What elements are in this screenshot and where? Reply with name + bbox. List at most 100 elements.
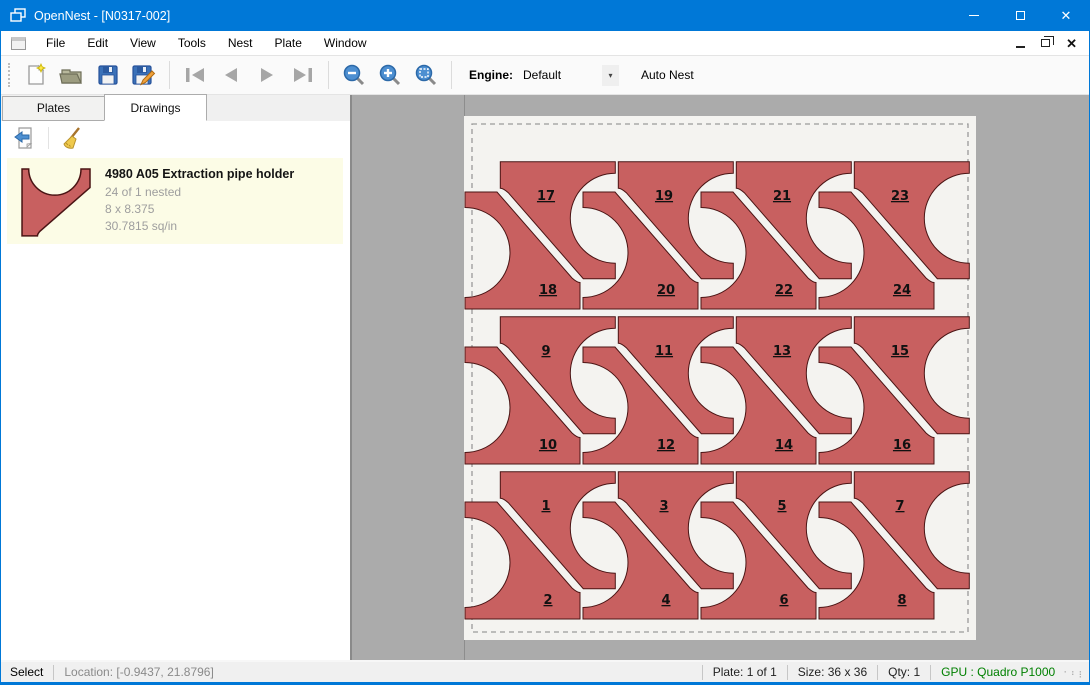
close-icon: ✕ xyxy=(1061,9,1072,22)
zoom-extents-button[interactable] xyxy=(410,59,442,91)
auto-nest-button[interactable]: Auto Nest xyxy=(633,63,702,87)
part-number: 8 xyxy=(897,593,906,608)
title-bar: OpenNest - [N0317-002] ✕ xyxy=(1,0,1089,31)
sidebar: Plates Drawings xyxy=(1,95,352,660)
menu-window[interactable]: Window xyxy=(313,32,378,54)
open-button[interactable] xyxy=(56,59,88,91)
page-back-arrow-icon xyxy=(13,126,37,150)
part-thumbnail xyxy=(19,167,95,239)
drawings-toolbar xyxy=(1,121,350,155)
part-number: 24 xyxy=(893,283,911,298)
zoom-extents-icon xyxy=(414,63,438,87)
close-button[interactable]: ✕ xyxy=(1043,0,1089,31)
status-bar: Select Location: [-0.9437, 21.8796] Plat… xyxy=(1,660,1089,682)
app-icon xyxy=(10,7,27,24)
part-number: 20 xyxy=(657,283,675,298)
app-window: OpenNest - [N0317-002] ✕ File Edit View … xyxy=(0,0,1090,685)
part-number: 18 xyxy=(539,283,557,298)
nav-prev-button[interactable] xyxy=(215,59,247,91)
menu-file[interactable]: File xyxy=(35,32,76,54)
save-as-button[interactable] xyxy=(128,59,160,91)
nav-last-icon xyxy=(290,64,316,86)
import-drawing-button[interactable] xyxy=(11,124,39,152)
part-number: 7 xyxy=(895,499,904,514)
save-as-icon xyxy=(131,63,157,87)
part-number: 22 xyxy=(775,283,793,298)
part-number: 13 xyxy=(773,344,791,359)
part-number: 6 xyxy=(779,593,788,608)
status-location: Location: [-0.9437, 21.8796] xyxy=(64,665,213,679)
menu-nest[interactable]: Nest xyxy=(217,32,264,54)
save-button[interactable] xyxy=(92,59,124,91)
part-number: 16 xyxy=(893,438,911,453)
nav-last-button[interactable] xyxy=(287,59,319,91)
new-file-icon xyxy=(24,63,48,87)
part-number: 17 xyxy=(537,189,555,204)
nav-next-button[interactable] xyxy=(251,59,283,91)
clear-button[interactable] xyxy=(58,124,86,152)
status-gpu: GPU : Quadro P1000 xyxy=(941,665,1055,679)
status-qty: Qty: 1 xyxy=(888,665,920,679)
chevron-down-icon: ▾ xyxy=(602,65,619,86)
menu-plate[interactable]: Plate xyxy=(264,32,313,54)
part-number: 10 xyxy=(539,438,557,453)
status-size: Size: 36 x 36 xyxy=(798,665,867,679)
status-mode: Select xyxy=(10,665,43,679)
main-toolbar: Engine: Default ▾ Auto Nest xyxy=(1,55,1089,95)
maximize-icon xyxy=(1016,11,1025,20)
maximize-button[interactable] xyxy=(997,0,1043,31)
new-button[interactable] xyxy=(20,59,52,91)
part-number: 3 xyxy=(659,499,668,514)
zoom-in-icon xyxy=(378,63,402,87)
toolbar-grip[interactable] xyxy=(8,63,10,87)
nest-canvas[interactable]: 123456789101112131415161718192021222324 xyxy=(352,95,1089,660)
drawing-area: 30.7815 sq/in xyxy=(105,218,294,235)
part-number: 15 xyxy=(891,344,909,359)
nav-prev-icon xyxy=(218,64,244,86)
minimize-icon xyxy=(969,15,979,16)
part-number: 5 xyxy=(777,499,786,514)
part-number: 4 xyxy=(661,593,670,608)
part-number: 23 xyxy=(891,189,909,204)
document-window-icon[interactable] xyxy=(11,37,26,50)
menu-edit[interactable]: Edit xyxy=(76,32,119,54)
broom-icon xyxy=(60,126,84,150)
tab-plates[interactable]: Plates xyxy=(2,96,105,121)
part-number: 1 xyxy=(541,499,550,514)
save-icon xyxy=(96,63,120,87)
status-plate: Plate: 1 of 1 xyxy=(713,665,777,679)
drawing-nested-count: 24 of 1 nested xyxy=(105,184,294,201)
nest-drawing: 123456789101112131415161718192021222324 xyxy=(464,116,976,640)
menu-tools[interactable]: Tools xyxy=(167,32,217,54)
drawing-title: 4980 A05 Extraction pipe holder xyxy=(105,167,294,181)
drawing-list-item[interactable]: 4980 A05 Extraction pipe holder 24 of 1 … xyxy=(7,158,343,244)
mdi-minimize-icon[interactable] xyxy=(1016,46,1025,48)
part-number: 19 xyxy=(655,189,673,204)
engine-value: Default xyxy=(519,68,602,82)
open-folder-icon xyxy=(59,63,85,87)
part-number: 9 xyxy=(541,344,550,359)
drawing-size: 8 x 8.375 xyxy=(105,201,294,218)
window-title: OpenNest - [N0317-002] xyxy=(34,9,170,23)
zoom-out-icon xyxy=(342,63,366,87)
plate[interactable]: 123456789101112131415161718192021222324 xyxy=(464,116,976,640)
mdi-restore-icon[interactable] xyxy=(1041,39,1050,47)
minimize-button[interactable] xyxy=(951,0,997,31)
resize-grip[interactable]: ⠁⠃⠇ xyxy=(1063,670,1086,681)
tab-drawings[interactable]: Drawings xyxy=(104,94,207,121)
mdi-close-icon[interactable]: ✕ xyxy=(1066,37,1077,50)
nav-first-button[interactable] xyxy=(179,59,211,91)
engine-label: Engine: xyxy=(469,68,513,82)
part-number: 11 xyxy=(655,344,673,359)
zoom-out-button[interactable] xyxy=(338,59,370,91)
menu-bar: File Edit View Tools Nest Plate Window ✕ xyxy=(1,31,1089,55)
engine-select[interactable]: Default ▾ xyxy=(519,64,619,87)
part-number: 2 xyxy=(543,593,552,608)
sidebar-tabstrip: Plates Drawings xyxy=(1,95,350,121)
part-number: 12 xyxy=(657,438,675,453)
nav-next-icon xyxy=(254,64,280,86)
nav-first-icon xyxy=(182,64,208,86)
zoom-in-button[interactable] xyxy=(374,59,406,91)
part-number: 14 xyxy=(775,438,793,453)
menu-view[interactable]: View xyxy=(119,32,167,54)
